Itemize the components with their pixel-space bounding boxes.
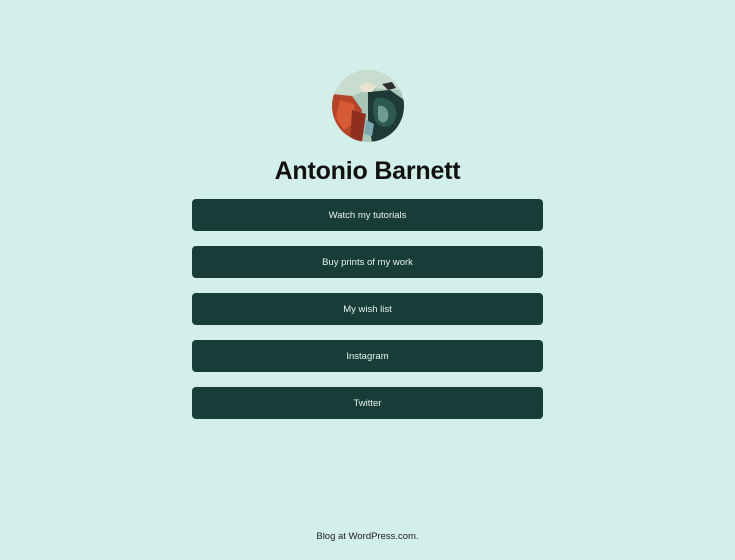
footer: Blog at WordPress.com.	[0, 530, 735, 544]
link-button-wish-list[interactable]: My wish list	[192, 293, 543, 325]
link-button-buy-prints[interactable]: Buy prints of my work	[192, 246, 543, 278]
link-button-twitter[interactable]: Twitter	[192, 387, 543, 419]
profile-name: Antonio Barnett	[274, 157, 461, 185]
avatar-image	[332, 70, 404, 142]
link-button-instagram[interactable]: Instagram	[192, 340, 543, 372]
avatar	[332, 70, 404, 142]
link-button-watch-my-tutorials[interactable]: Watch my tutorials	[192, 199, 543, 231]
footer-wordpress-link[interactable]: Blog at WordPress.com.	[316, 531, 418, 542]
link-in-bio-page: Antonio Barnett Watch my tutorials Buy p…	[0, 0, 735, 560]
link-list: Watch my tutorials Buy prints of my work…	[192, 199, 543, 434]
